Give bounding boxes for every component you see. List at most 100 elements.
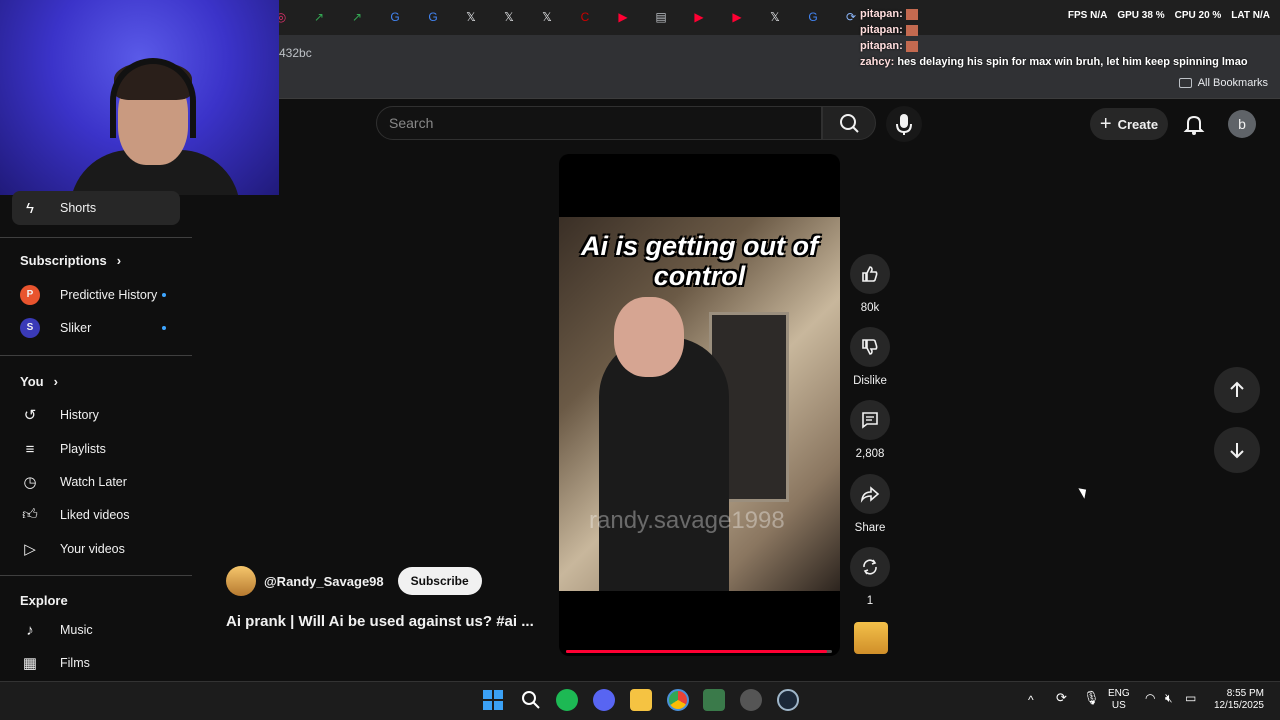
sidebar-item-label: Films (60, 656, 90, 670)
chat-user: pitapan: (860, 24, 903, 36)
clock-date: 12/15/2025 (1213, 700, 1264, 711)
sidebar-item-history[interactable]: ↺ History (0, 398, 180, 432)
shorts-video-player[interactable]: Ai is getting out of control randy.savag… (559, 154, 840, 656)
x-icon[interactable]: 𝕏 (766, 8, 784, 26)
sidebar-item-films[interactable]: ▦ Films (0, 646, 180, 680)
chat-message: hes delaying his spin for max win bruh, … (897, 56, 1248, 68)
share-label: Share (854, 522, 886, 534)
volume-muted-icon[interactable]: 🔇︎ (1165, 692, 1173, 704)
language-indicator[interactable]: ENG US (1108, 688, 1130, 712)
channel-info: @Randy_Savage98 Subscribe (226, 566, 482, 596)
you-heading[interactable]: You › (20, 374, 58, 389)
youtube-icon[interactable]: ▶ (728, 8, 746, 26)
notifications-button[interactable] (1180, 110, 1208, 138)
shop-icon[interactable]: ▤ (652, 8, 670, 26)
sidebar-item-label: Predictive History (60, 288, 158, 302)
sidebar-item-shorts[interactable]: ϟ Shorts (12, 191, 180, 225)
create-button[interactable]: + Create (1090, 108, 1168, 140)
new-content-dot (162, 293, 166, 297)
x-icon[interactable]: 𝕏 (500, 8, 518, 26)
thumbs-up-icon (850, 254, 890, 294)
share-button[interactable]: Share (850, 474, 890, 534)
sidebar-item-predictive-history[interactable]: P Predictive History (0, 278, 180, 312)
sidebar-item-your-videos[interactable]: ▷ Your videos (0, 532, 180, 566)
all-bookmarks-button[interactable]: All Bookmarks (1178, 77, 1268, 89)
region-code: US (1111, 700, 1126, 711)
channel-avatar[interactable] (226, 566, 256, 596)
chevron-right-icon: › (53, 374, 58, 389)
discord-icon[interactable] (593, 689, 615, 711)
x-icon[interactable]: 𝕏 (538, 8, 556, 26)
microphone-icon[interactable]: 🎙︎ (1083, 691, 1100, 704)
steam-icon[interactable] (777, 689, 799, 711)
sidebar-item-sliker[interactable]: S Sliker (0, 311, 180, 345)
comments-button[interactable]: 2,808 (850, 400, 890, 460)
dislike-label: Dislike (853, 375, 887, 387)
arrow-down-icon (1230, 443, 1244, 459)
film-icon: ▦ (22, 655, 38, 672)
shorts-icon: ϟ (26, 199, 34, 217)
sidebar-item-label: Liked videos (60, 508, 130, 522)
dislike-button[interactable]: Dislike (850, 327, 890, 387)
account-avatar[interactable]: b (1228, 110, 1256, 138)
channel-thumbnail[interactable] (854, 622, 888, 654)
chat-line: pitapan: (860, 22, 1248, 38)
play-box-icon: ▷ (24, 541, 36, 558)
previous-video-button[interactable] (1214, 367, 1260, 413)
trend-icon[interactable]: ↗ (310, 8, 328, 26)
plus-icon: + (1099, 112, 1112, 135)
search-button[interactable] (822, 106, 876, 140)
sidebar-item-label: History (60, 408, 99, 422)
x-icon[interactable]: 𝕏 (462, 8, 480, 26)
youtube-icon[interactable]: ▶ (690, 8, 708, 26)
spotify-icon[interactable] (556, 689, 578, 711)
google-icon[interactable]: G (386, 8, 404, 26)
chrome-icon[interactable] (667, 689, 689, 711)
trend-icon[interactable]: ↗ (348, 8, 366, 26)
like-count: 80k (860, 302, 880, 314)
windows-start-icon[interactable] (482, 689, 504, 711)
sidebar-divider (0, 355, 192, 356)
chat-line: zahcy: hes delaying his spin for max win… (860, 54, 1248, 70)
settings-icon[interactable] (740, 689, 762, 711)
sync-icon[interactable]: ⟳ (1056, 691, 1067, 704)
wifi-icon[interactable]: ◠ (1145, 692, 1155, 704)
clock-time: 8:55 PM (1226, 688, 1264, 699)
video-progress-bar[interactable] (566, 650, 832, 653)
sidebar-item-label: Music (60, 623, 93, 637)
like-button[interactable]: 80k (850, 254, 890, 314)
search-input[interactable]: Search (376, 106, 822, 140)
chevron-up-icon[interactable]: ^ (1028, 694, 1034, 706)
remix-icon (850, 547, 890, 587)
music-icon: ♪ (26, 621, 34, 639)
clock[interactable]: 8:55 PM 12/15/2025 (1208, 688, 1264, 712)
google-icon[interactable]: G (424, 8, 442, 26)
sidebar-item-music[interactable]: ♪ Music (0, 613, 180, 647)
bell-icon (1183, 115, 1205, 135)
explore-heading: Explore (20, 593, 68, 608)
sidebar-divider (0, 237, 192, 238)
video-person (599, 337, 729, 591)
channel-name[interactable]: @Randy_Savage98 (264, 574, 384, 589)
app-icon[interactable] (703, 689, 725, 711)
taskbar-search-icon[interactable] (520, 689, 542, 711)
sync-icon[interactable]: ⟳ (842, 8, 860, 26)
emote-icon (905, 40, 918, 52)
sidebar-item-watch-later[interactable]: ◷ Watch Later (0, 465, 180, 499)
subscriptions-label: Subscriptions (20, 253, 107, 268)
next-video-button[interactable] (1214, 427, 1260, 473)
cnn-icon[interactable]: C (576, 8, 594, 26)
google-icon[interactable]: G (804, 8, 822, 26)
video-title[interactable]: Ai prank | Will Ai be used against us? #… (226, 613, 534, 630)
sidebar-item-playlists[interactable]: ≡ Playlists (0, 432, 180, 466)
search-icon (840, 114, 859, 133)
youtube-icon[interactable]: ▶ (614, 8, 632, 26)
url-text[interactable]: 432bc (279, 46, 312, 60)
subscriptions-heading[interactable]: Subscriptions › (20, 253, 121, 268)
voice-search-button[interactable] (886, 106, 922, 142)
subscribe-button[interactable]: Subscribe (397, 567, 482, 595)
file-explorer-icon[interactable] (630, 689, 652, 711)
sidebar-item-liked-videos[interactable]: 👍︎ Liked videos (0, 498, 180, 532)
battery-icon[interactable]: ▭ (1185, 692, 1196, 704)
remix-button[interactable]: 1 (850, 547, 890, 607)
